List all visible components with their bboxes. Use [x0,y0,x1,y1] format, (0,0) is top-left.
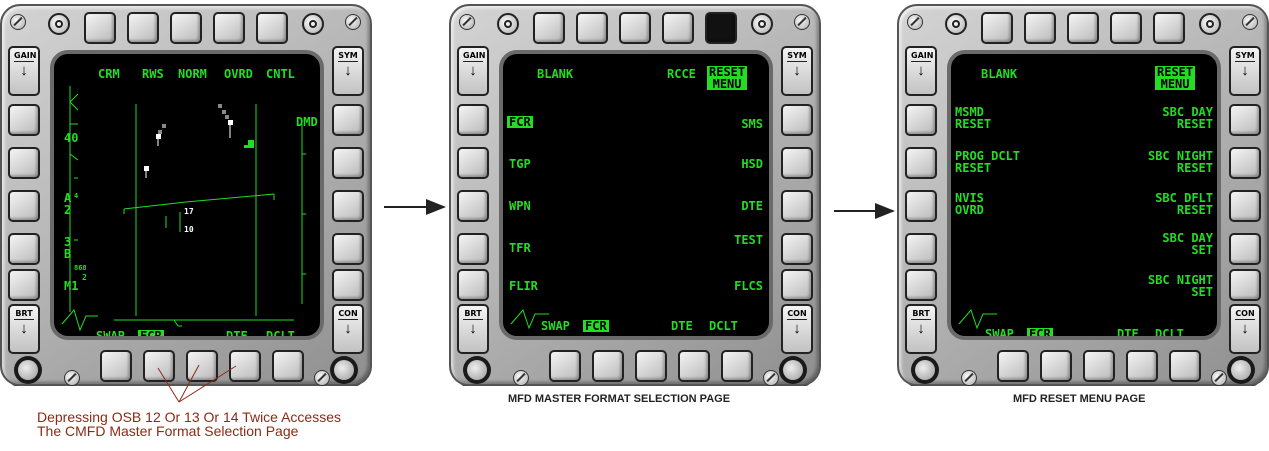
annotation-line-1: Depressing OSB 12 Or 13 Or 14 Twice Acce… [37,409,341,425]
pointer-osb-14 [178,365,237,403]
annotation-line-2: The CMFD Master Format Selection Page [37,423,299,439]
pointer-osb-13 [178,364,200,403]
pointer-osb-12 [157,367,180,403]
flow-arrows [157,199,895,403]
